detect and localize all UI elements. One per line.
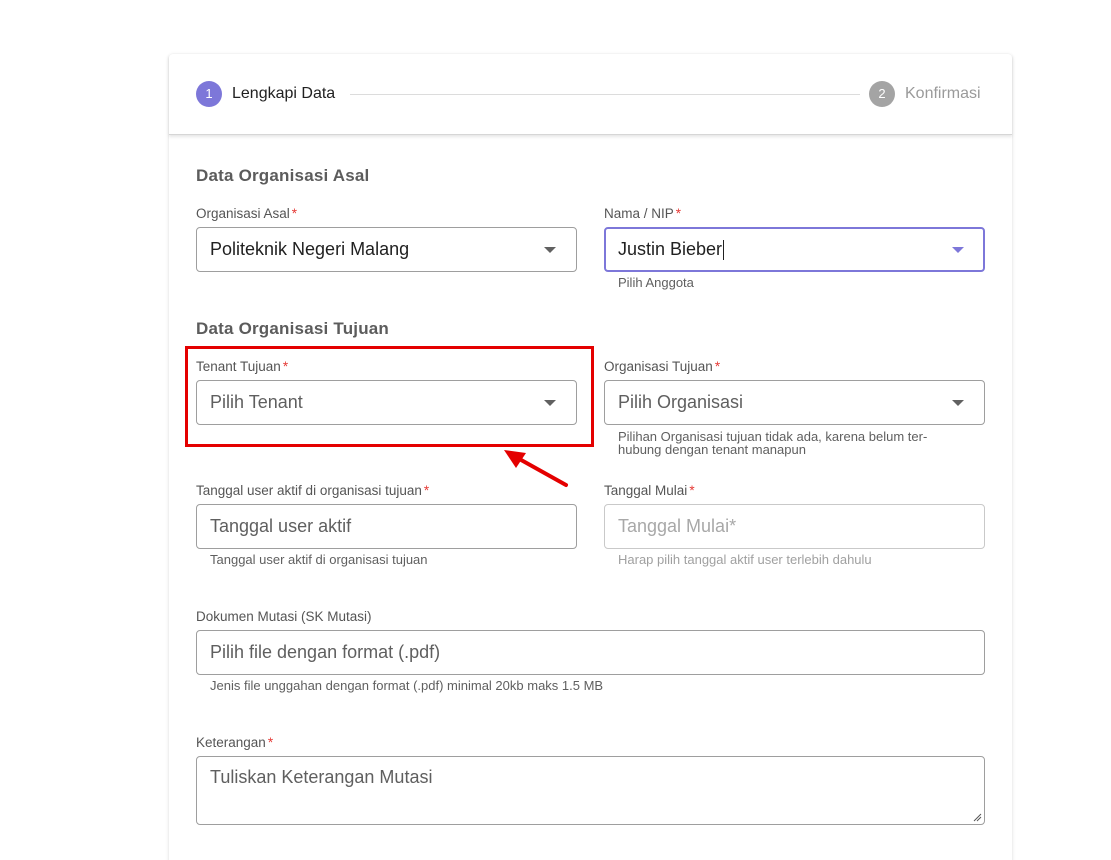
tanggal-user-aktif-label-text: Tanggal user aktif di organisasi tujuan: [196, 483, 422, 498]
section-title-asal: Data Organisasi Asal: [196, 166, 370, 185]
step-1-indicator[interactable]: 1: [196, 81, 222, 107]
form-card: 1 Lengkapi Data 2 Konfirmasi Data Organi…: [169, 54, 1012, 860]
tanggal-mulai-placeholder: Tanggal Mulai*: [618, 516, 737, 536]
organisasi-asal-select[interactable]: Politeknik Negeri Malang: [196, 227, 577, 272]
tanggal-user-aktif-placeholder: Tanggal user aktif: [210, 516, 352, 536]
keterangan-label-text: Keterangan: [196, 735, 266, 750]
required-mark: *: [714, 359, 721, 374]
dokumen-mutasi-label-text: Dokumen Mutasi (SK Mutasi): [196, 609, 372, 624]
keterangan-textarea[interactable]: Tuliskan Keterangan Mutasi: [196, 756, 985, 825]
tanggal-mulai-label-text: Tanggal Mulai: [604, 483, 688, 498]
nama-nip-hint: Pilih Anggota: [618, 275, 694, 290]
organisasi-tujuan-select[interactable]: Pilih Organisasi: [604, 380, 985, 425]
organisasi-asal-value: Politeknik Negeri Malang: [210, 239, 410, 259]
dokumen-mutasi-label: Dokumen Mutasi (SK Mutasi): [196, 609, 372, 624]
required-mark: *: [267, 735, 274, 750]
step-1-label[interactable]: Lengkapi Data: [232, 85, 335, 103]
chevron-down-icon[interactable]: [952, 400, 964, 406]
organisasi-asal-label: Organisasi Asal *: [196, 206, 297, 221]
step-2-label[interactable]: Konfirmasi: [905, 85, 981, 103]
organisasi-tujuan-placeholder: Pilih Organisasi: [618, 392, 744, 412]
organisasi-tujuan-label-text: Organisasi Tujuan: [604, 359, 713, 374]
annotation-arrow-icon: [504, 450, 568, 487]
tanggal-mulai-label: Tanggal Mulai *: [604, 483, 695, 498]
tanggal-mulai-input[interactable]: Tanggal Mulai*: [604, 504, 985, 549]
nama-nip-select[interactable]: Justin Bieber: [604, 227, 985, 272]
chevron-down-icon[interactable]: [544, 247, 556, 253]
tanggal-user-aktif-input[interactable]: Tanggal user aktif: [196, 504, 577, 549]
nama-nip-label: Nama / NIP *: [604, 206, 681, 221]
text-cursor: [723, 240, 725, 261]
tanggal-user-aktif-label: Tanggal user aktif di organisasi tujuan *: [196, 483, 429, 498]
required-mark: *: [675, 206, 682, 221]
annotation-highlight-box: [185, 346, 594, 447]
step-2-indicator[interactable]: 2: [869, 81, 895, 107]
resize-grip-icon[interactable]: [972, 812, 982, 822]
organisasi-asal-label-text: Organisasi Asal: [196, 206, 290, 221]
dokumen-mutasi-placeholder: Pilih file dengan format (.pdf): [210, 642, 441, 662]
required-mark: *: [689, 483, 695, 498]
stepper-divider: [350, 94, 860, 95]
organisasi-tujuan-label: Organisasi Tujuan *: [604, 359, 720, 374]
tanggal-user-aktif-hint: Tanggal user aktif di organisasi tujuan: [210, 552, 428, 567]
dokumen-mutasi-file-input[interactable]: Pilih file dengan format (.pdf): [196, 630, 985, 675]
section-title-tujuan: Data Organisasi Tujuan: [196, 319, 390, 338]
keterangan-placeholder: Tuliskan Keterangan Mutasi: [210, 767, 433, 787]
required-mark: *: [291, 206, 298, 221]
nama-nip-value: Justin Bieber: [618, 239, 723, 259]
nama-nip-label-text: Nama / NIP: [604, 206, 674, 221]
chevron-down-icon[interactable]: [952, 247, 964, 253]
keterangan-label: Keterangan *: [196, 735, 273, 750]
organisasi-tujuan-hint-line-2: hubung dengan tenant manapun: [618, 442, 806, 457]
required-mark: *: [423, 483, 430, 498]
stepper: 1 Lengkapi Data 2 Konfirmasi: [169, 54, 1012, 135]
dokumen-mutasi-hint: Jenis file unggahan dengan format (.pdf)…: [210, 678, 604, 693]
tanggal-mulai-hint: Harap pilih tanggal aktif user terlebih …: [618, 552, 872, 567]
